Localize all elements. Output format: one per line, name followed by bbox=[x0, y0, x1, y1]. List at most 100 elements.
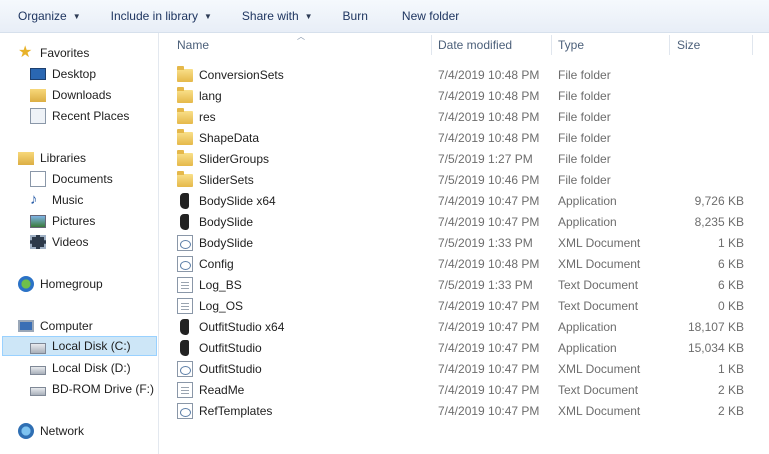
xml-icon bbox=[177, 402, 193, 419]
folder-icon bbox=[177, 108, 193, 124]
file-name-cell: OutfitStudio bbox=[177, 358, 262, 379]
file-type: Text Document bbox=[558, 277, 639, 292]
column-divider[interactable] bbox=[752, 35, 753, 55]
column-header-size[interactable]: Size bbox=[677, 33, 747, 57]
file-row[interactable]: ReadMe 7/4/2019 10:47 PM Text Document 2 KB bbox=[169, 379, 759, 400]
nav-local-disk-c[interactable]: Local Disk (C:) bbox=[2, 336, 157, 356]
nav-network-label: Network bbox=[40, 424, 85, 438]
nav-documents-label: Documents bbox=[52, 172, 113, 186]
column-header-date-modified[interactable]: Date modified bbox=[438, 33, 548, 57]
file-type: XML Document bbox=[558, 256, 641, 271]
file-size: 0 KB bbox=[717, 298, 744, 313]
file-row[interactable]: res 7/4/2019 10:48 PM File folder bbox=[169, 106, 759, 127]
txt-icon bbox=[177, 381, 193, 398]
new-folder-label: New folder bbox=[401, 9, 460, 23]
file-size bbox=[669, 64, 744, 85]
downloads-icon bbox=[30, 88, 46, 102]
nav-pictures[interactable]: Pictures bbox=[30, 211, 95, 231]
file-name: SliderSets bbox=[199, 172, 254, 187]
file-name-cell: Config bbox=[177, 253, 234, 274]
file-row[interactable]: OutfitStudio x64 7/4/2019 10:47 PM Applica… bbox=[169, 316, 759, 337]
file-row[interactable]: BodySlide 7/5/2019 1:33 PM XML Document 1 K… bbox=[169, 232, 759, 253]
nav-music[interactable]: ♪ Music bbox=[30, 190, 83, 210]
computer-icon bbox=[18, 320, 34, 332]
file-row[interactable]: OutfitStudio 7/4/2019 10:47 PM Application… bbox=[169, 337, 759, 358]
file-date-modified: 7/4/2019 10:47 PM bbox=[438, 298, 540, 313]
file-row[interactable]: BodySlide x64 7/4/2019 10:47 PM Applicatio… bbox=[169, 190, 759, 211]
nav-videos[interactable]: Videos bbox=[30, 232, 88, 252]
file-size bbox=[669, 127, 744, 148]
share-with-label: Share with bbox=[241, 9, 299, 23]
column-header-type[interactable]: Type bbox=[558, 33, 668, 57]
file-type: File folder bbox=[558, 172, 611, 187]
documents-icon bbox=[30, 171, 46, 187]
file-size: 1 KB bbox=[717, 361, 744, 376]
file-date-modified: 7/4/2019 10:47 PM bbox=[438, 340, 540, 355]
file-size bbox=[669, 106, 744, 127]
nav-desktop[interactable]: Desktop bbox=[30, 64, 96, 84]
folder-icon bbox=[177, 171, 193, 187]
folder-icon bbox=[177, 87, 193, 103]
file-row[interactable]: Config 7/4/2019 10:48 PM XML Document 6 KB bbox=[169, 253, 759, 274]
desktop-icon bbox=[30, 68, 46, 80]
file-size: 6 KB bbox=[717, 277, 744, 292]
file-name-cell: OutfitStudio bbox=[177, 337, 262, 358]
file-name-cell: RefTemplates bbox=[177, 400, 272, 421]
nav-local-disk-d[interactable]: Local Disk (D:) bbox=[30, 358, 131, 378]
file-row[interactable]: OutfitStudio 7/4/2019 10:47 PM XML Documen… bbox=[169, 358, 759, 379]
file-date-modified: 7/5/2019 10:46 PM bbox=[438, 172, 540, 187]
file-row[interactable]: Log_BS 7/5/2019 1:33 PM Text Document 6 KB bbox=[169, 274, 759, 295]
file-name: ShapeData bbox=[199, 130, 260, 145]
file-name: lang bbox=[199, 88, 222, 103]
nav-documents[interactable]: Documents bbox=[30, 169, 113, 189]
nav-homegroup[interactable]: Homegroup bbox=[18, 274, 103, 294]
file-name-cell: BodySlide x64 bbox=[177, 190, 276, 211]
column-divider[interactable] bbox=[551, 35, 552, 55]
column-header-name[interactable]: Name bbox=[177, 33, 427, 57]
recent-places-icon bbox=[30, 108, 46, 124]
file-date-modified: 7/5/2019 1:33 PM bbox=[438, 277, 533, 292]
nav-music-label: Music bbox=[52, 193, 84, 207]
hard-drive-icon bbox=[30, 342, 46, 354]
optical-drive-icon bbox=[30, 386, 46, 396]
file-row[interactable]: SliderGroups 7/5/2019 1:27 PM File folder bbox=[169, 148, 759, 169]
file-name: Log_OS bbox=[199, 298, 244, 313]
nav-computer[interactable]: Computer bbox=[18, 316, 93, 336]
column-divider[interactable] bbox=[431, 35, 432, 55]
nav-videos-label: Videos bbox=[52, 235, 89, 249]
file-date-modified: 7/4/2019 10:48 PM bbox=[438, 130, 540, 145]
file-size: 9,726 KB bbox=[694, 193, 744, 208]
file-size: 2 KB bbox=[717, 382, 744, 397]
nav-favorites[interactable]: ★ Favorites bbox=[18, 43, 89, 63]
file-row[interactable]: SliderSets 7/5/2019 10:46 PM File folder bbox=[169, 169, 759, 190]
file-size bbox=[669, 148, 744, 169]
nav-network[interactable]: Network bbox=[18, 421, 84, 441]
nav-libraries[interactable]: Libraries bbox=[18, 148, 86, 168]
folder-icon bbox=[177, 129, 193, 145]
file-row[interactable]: BodySlide 7/4/2019 10:47 PM Application 8,2… bbox=[169, 211, 759, 232]
file-name-cell: OutfitStudio x64 bbox=[177, 316, 284, 337]
file-row[interactable]: lang 7/4/2019 10:48 PM File folder bbox=[169, 85, 759, 106]
nav-local-disk-c-label: Local Disk (C:) bbox=[52, 339, 131, 353]
app-icon bbox=[177, 318, 193, 335]
file-row[interactable]: ShapeData 7/4/2019 10:48 PM File folder bbox=[169, 127, 759, 148]
file-date-modified: 7/4/2019 10:48 PM bbox=[438, 88, 540, 103]
include-in-library-button[interactable]: Include in library ▼ bbox=[102, 0, 221, 32]
nav-bd-rom-drive[interactable]: BD-ROM Drive (F:) C bbox=[30, 379, 158, 399]
nav-recent-places[interactable]: Recent Places bbox=[30, 106, 129, 126]
file-row[interactable]: Log_OS 7/4/2019 10:47 PM Text Document 0 KB bbox=[169, 295, 759, 316]
file-name: Log_BS bbox=[199, 277, 242, 292]
file-row[interactable]: RefTemplates 7/4/2019 10:47 PM XML Documen… bbox=[169, 400, 759, 421]
file-name: BodySlide x64 bbox=[199, 193, 276, 208]
organize-button[interactable]: Organize ▼ bbox=[9, 0, 90, 32]
pictures-icon bbox=[30, 214, 46, 228]
share-with-button[interactable]: Share with ▼ bbox=[233, 0, 322, 32]
file-type: File folder bbox=[558, 67, 611, 82]
file-name-cell: lang bbox=[177, 85, 222, 106]
file-type: Application bbox=[558, 319, 617, 334]
file-row[interactable]: ConversionSets 7/4/2019 10:48 PM File fold… bbox=[169, 64, 759, 85]
new-folder-button[interactable]: New folder bbox=[393, 0, 468, 32]
column-divider[interactable] bbox=[669, 35, 670, 55]
nav-downloads[interactable]: Downloads bbox=[30, 85, 111, 105]
burn-button[interactable]: Burn bbox=[334, 0, 377, 32]
